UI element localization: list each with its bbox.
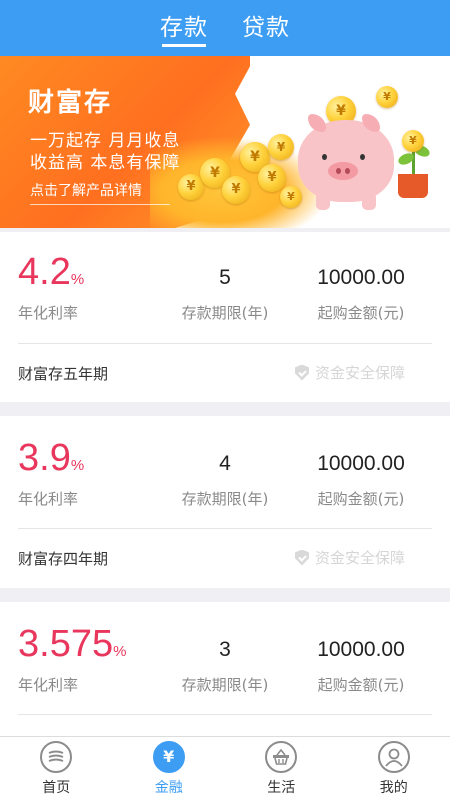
safety-label: 资金安全保障 [314,364,405,382]
tab-deposit[interactable]: 存款 [160,0,208,56]
nav-item-life[interactable]: 生活 [225,737,338,800]
term-label: 存款期限(年) [181,490,269,508]
divider [18,714,432,715]
divider [18,343,432,344]
nav-item-finance[interactable]: ¥ 金融 [113,737,226,800]
coin-icon: ¥ [280,186,302,208]
coin-icon: ¥ [268,134,294,160]
product-card[interactable]: 4.2% 年化利率 5 存款期限(年) 10000.00 起购金额(元) 财富存… [0,232,450,402]
top-tab-bar: 存款 贷款 [0,0,450,56]
amount-value: 10000.00 [317,266,405,289]
product-name: 财富存四年期 [18,550,109,568]
term-value: 3 [219,638,231,661]
amount-value: 10000.00 [317,638,405,661]
amount-label: 起购金额(元) [317,304,405,322]
product-card[interactable]: 3.575% 年化利率 3 存款期限(年) 10000.00 起购金额(元) [0,602,450,736]
shield-icon [294,364,309,381]
safety-badge: 资金安全保障 [294,547,405,568]
promo-banner[interactable]: 财富存 一万起存 月月收息 收益高 本息有保障 点击了解产品详情 ¥ ¥ ¥ ¥… [0,56,450,228]
term-label: 存款期限(年) [181,676,269,694]
term-label: 存款期限(年) [181,304,269,322]
shield-icon [294,549,309,566]
product-card[interactable]: 3.9% 年化利率 4 存款期限(年) 10000.00 起购金额(元) 财富存… [0,416,450,588]
term-value: 5 [219,266,231,289]
nav-label-life: 生活 [267,779,296,796]
rate-value: 3.9% [18,437,85,479]
rate-label: 年化利率 [18,676,79,694]
divider [18,528,432,529]
rate-label: 年化利率 [18,304,79,322]
amount-value: 10000.00 [317,452,405,475]
coin-icon: ¥ [402,130,424,152]
nav-item-home[interactable]: 首页 [0,737,113,800]
user-icon [377,740,410,773]
piggy-bank-icon [298,114,394,210]
basket-icon [265,740,298,773]
product-name: 财富存五年期 [18,365,109,383]
nav-item-mine[interactable]: 我的 [338,737,450,800]
rate-value: 4.2% [18,251,85,293]
coin-icon: ¥ [222,176,250,204]
yuan-icon: ¥ [152,740,185,773]
tab-loan[interactable]: 贷款 [242,0,290,56]
rate-label: 年化利率 [18,490,79,508]
safety-badge: 资金安全保障 [294,362,405,383]
term-value: 4 [219,452,231,475]
flower-pot-icon [398,174,428,198]
coin-icon: ¥ [258,164,286,192]
rate-value: 3.575% [18,623,127,665]
banner-cta-link[interactable]: 点击了解产品详情 [30,180,170,205]
coin-icon: ¥ [376,86,398,108]
banner-line-2: 收益高 本息有保障 [30,153,181,173]
nav-label-home: 首页 [42,779,71,796]
nav-label-mine: 我的 [379,779,408,796]
nav-label-finance: 金融 [154,779,183,796]
home-icon [40,740,73,773]
amount-label: 起购金额(元) [317,676,405,694]
amount-label: 起购金额(元) [317,490,405,508]
banner-title: 财富存 [28,88,113,118]
safety-label: 资金安全保障 [314,549,405,567]
bottom-nav: 首页 ¥ 金融 生活 我的 [0,736,450,800]
